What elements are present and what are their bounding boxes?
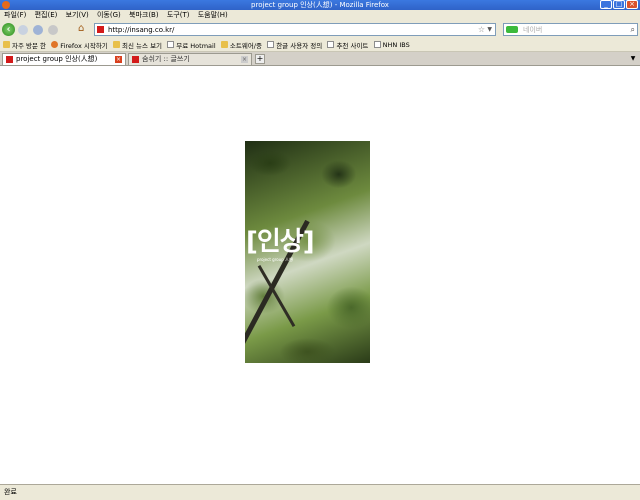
forward-button[interactable] bbox=[18, 25, 28, 35]
bookmark-item[interactable]: NHN IBS bbox=[373, 38, 410, 51]
logo-subtitle: project group 人想 bbox=[257, 257, 294, 262]
reload-button[interactable] bbox=[33, 25, 43, 35]
site-favicon bbox=[6, 55, 13, 63]
folder-icon bbox=[113, 41, 121, 48]
site-favicon bbox=[97, 26, 104, 33]
folder-icon bbox=[220, 41, 228, 48]
title-bar: project group 인상(人想) - Mozilla Firefox _… bbox=[0, 0, 640, 10]
bookmark-item[interactable]: 추천 사이트 bbox=[327, 38, 368, 51]
url-text[interactable]: http://insang.co.kr/ bbox=[108, 25, 174, 35]
menu-bar: 파일(F) 편집(E) 보기(V) 이동(G) 북마크(B) 도구(T) 도움말… bbox=[0, 10, 640, 21]
search-box[interactable]: 네이버 ⌕ bbox=[503, 23, 638, 36]
close-tab-icon[interactable]: × bbox=[115, 56, 122, 63]
status-bar: 완료 bbox=[0, 484, 640, 500]
site-logo: [인상] bbox=[246, 227, 315, 257]
menu-edit[interactable]: 편집(E) bbox=[32, 10, 61, 21]
bookmark-star-icon[interactable]: ☆ bbox=[478, 24, 485, 35]
stop-button[interactable] bbox=[48, 25, 58, 35]
bookmark-item[interactable]: 한글 사용자 정의 bbox=[267, 38, 322, 51]
page-icon bbox=[167, 41, 175, 48]
close-button[interactable]: × bbox=[626, 0, 638, 9]
folder-icon bbox=[3, 41, 10, 48]
back-button[interactable]: ‹ bbox=[2, 23, 15, 36]
menu-view[interactable]: 보기(V) bbox=[63, 10, 92, 21]
tab-project-group[interactable]: project group 인상(人想) × bbox=[2, 53, 126, 65]
bookmark-item[interactable]: 무료 Hotmail bbox=[167, 38, 216, 51]
page-icon bbox=[373, 41, 381, 48]
bookmarks-toolbar: 자주 방문 한 Firefox 시작하기 최신 뉴스 보기 무료 Hotmail… bbox=[0, 38, 640, 52]
tab-strip: project group 인상(人想) × 숨쉬기 :: 글쓰기 × + ▼ bbox=[0, 52, 640, 66]
search-icon[interactable]: ⌕ bbox=[631, 24, 635, 35]
home-button[interactable]: ⌂ bbox=[78, 24, 88, 34]
search-engine-icon[interactable] bbox=[506, 26, 518, 33]
tab-label: project group 인상(人想) bbox=[16, 55, 98, 63]
navigation-toolbar: ‹ ⌂ http://insang.co.kr/ ☆ ▼ 네이버 ⌕ bbox=[0, 21, 640, 38]
site-favicon bbox=[132, 55, 139, 63]
menu-bookmarks[interactable]: 북마크(B) bbox=[126, 10, 162, 21]
tab-breathing-write[interactable]: 숨쉬기 :: 글쓰기 × bbox=[128, 53, 252, 65]
bookmark-item[interactable]: 소트웨어/중 bbox=[220, 38, 262, 51]
maximize-button[interactable]: □ bbox=[613, 0, 625, 9]
tab-label: 숨쉬기 :: 글쓰기 bbox=[142, 55, 190, 63]
bookmark-item[interactable]: 자주 방문 한 bbox=[3, 38, 46, 51]
menu-go[interactable]: 이동(G) bbox=[94, 10, 124, 21]
minimize-button[interactable]: _ bbox=[600, 0, 612, 9]
bookmark-item[interactable]: Firefox 시작하기 bbox=[51, 38, 108, 51]
new-tab-button[interactable]: + bbox=[255, 54, 265, 64]
url-bar[interactable]: http://insang.co.kr/ ☆ ▼ bbox=[94, 23, 496, 36]
close-tab-icon[interactable]: × bbox=[241, 56, 248, 63]
page-icon bbox=[327, 41, 335, 48]
url-dropdown-icon[interactable]: ▼ bbox=[487, 24, 492, 35]
menu-help[interactable]: 도움말(H) bbox=[195, 10, 231, 21]
menu-file[interactable]: 파일(F) bbox=[1, 10, 29, 21]
page-content: [인상] project group 人想 bbox=[0, 66, 640, 484]
status-text: 완료 bbox=[4, 488, 17, 496]
search-placeholder[interactable]: 네이버 bbox=[523, 25, 542, 35]
page-icon bbox=[267, 41, 275, 48]
firefox-icon bbox=[51, 41, 59, 48]
bookmark-item[interactable]: 최신 뉴스 보기 bbox=[113, 38, 162, 51]
cover-image[interactable]: [인상] project group 人想 bbox=[245, 141, 370, 363]
list-all-tabs-icon[interactable]: ▼ bbox=[628, 54, 638, 64]
menu-tools[interactable]: 도구(T) bbox=[164, 10, 193, 21]
window-title: project group 인상(人想) - Mozilla Firefox bbox=[251, 1, 389, 9]
